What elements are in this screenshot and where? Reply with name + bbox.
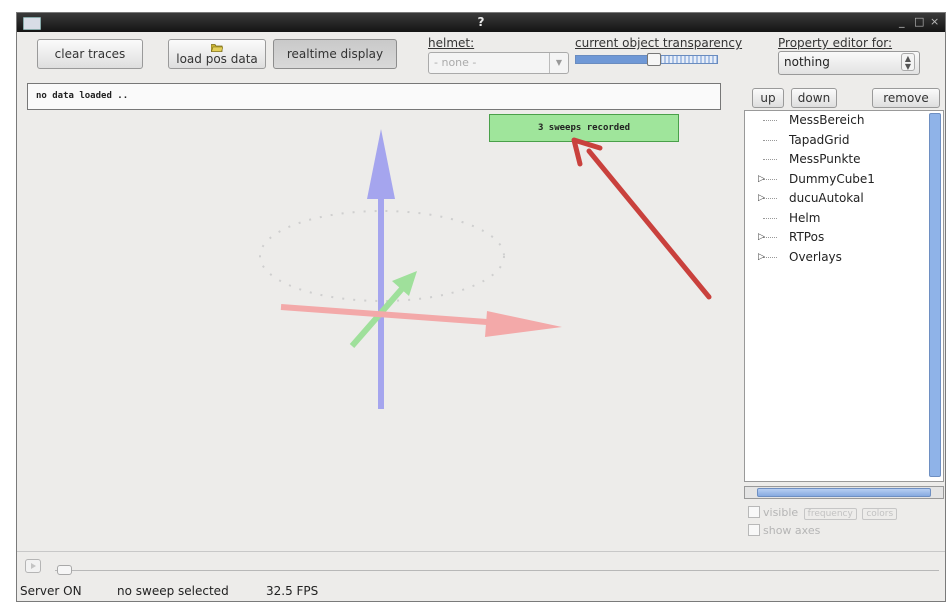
expand-arrow-icon[interactable]: ▷	[758, 189, 765, 208]
visible-checkbox[interactable]	[748, 506, 760, 518]
transparency-slider-fill	[576, 56, 654, 63]
expand-arrow-icon[interactable]: ▷	[758, 170, 765, 189]
spinner-arrows-icon: ▲ ▼	[901, 53, 915, 71]
tree-vertical-scrollbar[interactable]	[929, 113, 941, 477]
realtime-display-button[interactable]: realtime display	[273, 39, 397, 69]
tree-connector-line	[763, 159, 777, 160]
load-pos-data-button[interactable]: load pos data	[168, 39, 266, 69]
show-axes-row: show axes	[748, 524, 820, 537]
tree-item-label: Overlays	[789, 249, 842, 264]
object-tree[interactable]: MessBereich TapadGrid MessPunkte ▷ DummyCube…	[744, 110, 944, 482]
transparency-slider[interactable]	[575, 53, 718, 66]
title-bar: ? _ □ ×	[17, 13, 945, 32]
helmet-label: helmet:	[428, 36, 475, 50]
clear-traces-label: clear traces	[54, 47, 126, 61]
tree-connector-line	[763, 120, 777, 121]
main-window: ? _ □ × clear traces load pos data realt…	[16, 12, 946, 602]
maximize-icon[interactable]: □	[914, 15, 924, 28]
move-down-button[interactable]: down	[791, 88, 837, 108]
move-down-label: down	[797, 91, 831, 105]
3d-viewport[interactable]	[17, 91, 740, 553]
x-axis-arrow	[280, 304, 562, 337]
timeline-track[interactable]	[55, 570, 939, 571]
property-editor-label: Property editor for:	[778, 36, 893, 50]
tree-connector-line	[763, 217, 777, 219]
visible-label: visible	[763, 506, 799, 519]
realtime-display-label: realtime display	[286, 47, 384, 61]
move-up-label: up	[760, 91, 776, 105]
tree-item-label: MessPunkte	[789, 152, 861, 166]
clear-traces-button[interactable]: clear traces	[37, 39, 143, 69]
helmet-select-value: - none -	[434, 56, 477, 69]
tree-item-label: ducuAutokal	[789, 191, 864, 205]
annotation-arrow	[571, 137, 712, 300]
tree-connector-line	[763, 237, 777, 238]
server-status: Server ON	[20, 584, 82, 598]
tree-horizontal-scrollbar[interactable]	[744, 486, 944, 499]
window-title: ?	[477, 15, 485, 29]
close-icon[interactable]: ×	[930, 15, 939, 28]
tree-item-label: MessBereich	[789, 113, 865, 127]
tree-connector-line	[763, 139, 777, 141]
expand-arrow-icon[interactable]: ▷	[758, 248, 765, 267]
property-editor-select-value: nothing	[784, 55, 830, 69]
y-axis-arrow	[349, 271, 417, 348]
z-axis-arrow	[367, 129, 395, 409]
play-button[interactable]	[25, 559, 41, 573]
tree-connector-line	[763, 198, 777, 199]
tree-item-label: TapadGrid	[789, 132, 850, 147]
sweep-status: no sweep selected	[117, 584, 229, 598]
colors-button[interactable]: colors	[862, 508, 898, 520]
tree-item-label: Helm	[789, 210, 821, 225]
bottom-separator	[17, 551, 945, 552]
tree-horizontal-scroll-thumb[interactable]	[757, 488, 931, 497]
tree-connector-line	[763, 256, 777, 258]
property-editor-select[interactable]: nothing ▲ ▼	[778, 51, 920, 75]
fps-status: 32.5 FPS	[266, 584, 319, 598]
show-axes-checkbox[interactable]	[748, 524, 760, 536]
remove-button[interactable]: remove	[872, 88, 940, 108]
tree-item-label: RTPos	[789, 230, 825, 244]
folder-icon	[211, 44, 223, 52]
timeline-handle[interactable]	[57, 565, 72, 575]
minimize-icon[interactable]: _	[899, 15, 905, 28]
tree-connector-line	[763, 178, 777, 180]
transparency-slider-handle[interactable]	[646, 53, 661, 66]
play-icon	[31, 563, 36, 569]
remove-label: remove	[883, 91, 929, 105]
chevron-down-icon: ▼	[549, 53, 568, 73]
expand-arrow-icon[interactable]: ▷	[758, 228, 765, 247]
show-axes-label: show axes	[763, 524, 821, 537]
tree-item-label: DummyCube1	[789, 171, 875, 186]
helmet-select[interactable]: - none - ▼	[428, 52, 569, 74]
transparency-label: current object transparency	[575, 36, 743, 50]
frequency-button[interactable]: frequency	[803, 508, 857, 520]
visible-row: visible frequency colors	[748, 506, 898, 520]
move-up-button[interactable]: up	[752, 88, 784, 108]
load-pos-data-label: load pos data	[176, 52, 258, 66]
